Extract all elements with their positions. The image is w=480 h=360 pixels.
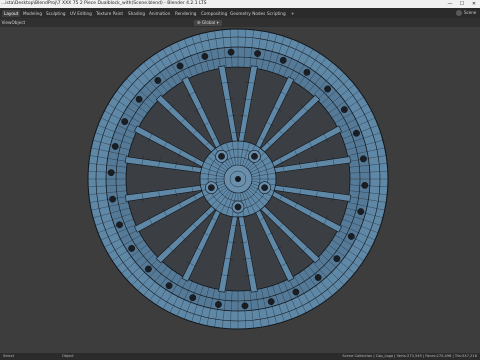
rim-bolt <box>324 85 332 93</box>
rim-bolt <box>347 232 355 240</box>
scene-selector[interactable]: Scene <box>456 9 478 17</box>
wheel-mesh <box>87 28 389 330</box>
tab-modeling[interactable]: Modeling <box>21 10 44 17</box>
minimize-button[interactable]: — <box>444 0 456 8</box>
rim-bolt <box>189 294 197 302</box>
rim-bolt <box>116 221 123 229</box>
scene-label: Scene <box>464 10 477 15</box>
rim-bolt <box>267 298 275 306</box>
tab-sculpting[interactable]: Sculpting <box>44 10 68 17</box>
rim-bolt <box>279 56 287 64</box>
rim-bolt <box>128 244 136 252</box>
workspace-tabs: Layout Modeling Sculpting UV Editing Tex… <box>0 8 480 18</box>
lug-hole <box>251 152 258 160</box>
tab-shading[interactable]: Shading <box>126 10 147 17</box>
rim-bolt <box>176 62 184 70</box>
tab-compositing[interactable]: Compositing <box>199 10 229 17</box>
rim-bolt <box>357 208 365 216</box>
lug-hole <box>218 152 225 160</box>
status-select-label: Select <box>3 354 15 358</box>
rim-bolt <box>361 181 369 189</box>
object-menu[interactable]: Object <box>10 20 27 26</box>
status-bar: Select Object Scene Collection | Cap_Log… <box>0 353 480 360</box>
tab-animation[interactable]: Animation <box>147 10 172 17</box>
rim-bolt <box>165 282 173 290</box>
maximize-button[interactable]: ☐ <box>456 0 468 8</box>
rim-bolt <box>227 48 235 56</box>
rim-bolt <box>144 265 152 273</box>
rim-bolt <box>340 106 348 114</box>
rim-bolt <box>111 142 119 150</box>
tab-layout[interactable]: Layout <box>2 10 21 17</box>
3d-viewport[interactable] <box>0 27 480 353</box>
lug-hole <box>207 184 215 192</box>
transform-orientation-dropdown[interactable]: ⊕ Global ▾ <box>194 19 222 26</box>
tab-geometry-nodes[interactable]: Geometry Nodes <box>228 10 267 17</box>
rim-bolt <box>303 68 311 76</box>
tab-uv-editing[interactable]: UV Editing <box>68 10 94 17</box>
status-object-label: Object <box>62 354 74 358</box>
tab-scripting[interactable]: Scripting <box>265 10 288 17</box>
rim-bolt <box>333 255 341 263</box>
rim-bolt <box>314 274 322 281</box>
lug-hole <box>261 184 269 192</box>
rim-bolt <box>121 118 129 126</box>
rim-bolt <box>201 52 209 60</box>
rim-bolt <box>154 77 162 84</box>
window-title: ...ista\Desktop\BlendProj\7 XXX 75 2 Pie… <box>1 1 207 6</box>
chevron-down-icon: ▾ <box>216 19 219 25</box>
add-workspace-button[interactable]: + <box>289 10 297 17</box>
orientation-label: Global <box>201 19 216 25</box>
tab-rendering[interactable]: Rendering <box>173 10 198 17</box>
rim-bolt <box>107 169 115 177</box>
globe-icon: ⊕ <box>197 19 201 25</box>
rim-bolt <box>109 195 117 203</box>
rim-bolt <box>254 50 262 57</box>
scene-icon <box>456 10 462 16</box>
rim-bolt <box>241 302 249 310</box>
rim-bolt <box>214 301 222 308</box>
viewport-header: View Object ⊕ Global ▾ <box>0 18 480 27</box>
cap-center <box>235 176 241 182</box>
lug-hole <box>234 203 242 211</box>
title-bar: ...ista\Desktop\BlendProj\7 XXX 75 2 Pie… <box>0 0 480 8</box>
rim-bolt <box>353 129 360 137</box>
rim-bolt <box>359 155 367 163</box>
scene-statistics: Scene Collection | Cap_Logo | Verts:273,… <box>342 354 477 358</box>
rim-bolt <box>135 95 143 103</box>
close-button[interactable]: ✕ <box>468 0 480 8</box>
rim-bolt <box>292 288 300 296</box>
tab-texture-paint[interactable]: Texture Paint <box>94 10 125 17</box>
